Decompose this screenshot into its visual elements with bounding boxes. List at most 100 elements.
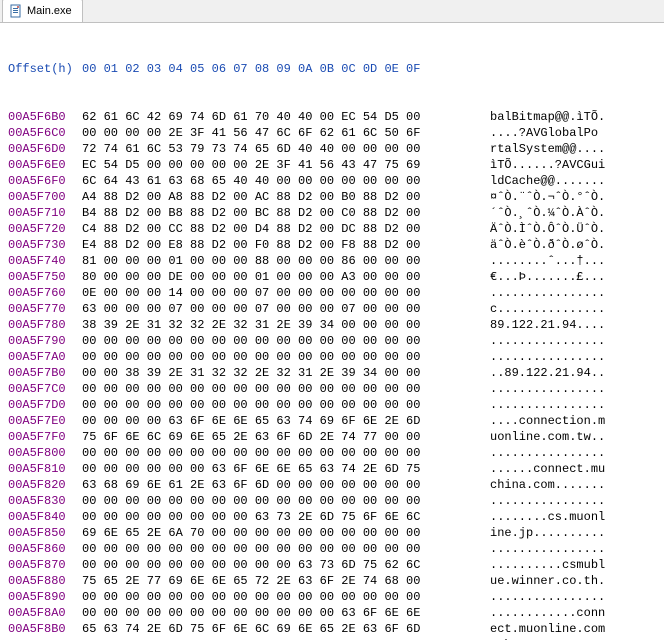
hex-row[interactable]: 00A5F75080 00 00 00 DE 00 00 00 01 00 00… — [8, 269, 664, 285]
hex-cell: 63 00 00 00 07 00 00 00 07 00 00 00 07 0… — [82, 301, 490, 317]
ascii-cell: ect.muonline.com — [490, 621, 605, 637]
hex-row[interactable]: 00A5F720C4 88 D2 00 CC 88 D2 00 D4 88 D2… — [8, 221, 664, 237]
ascii-cell: ................ — [490, 493, 605, 509]
ascii-cell: ................ — [490, 285, 605, 301]
hex-row[interactable]: 00A5F7B000 00 38 39 2E 31 32 32 2E 32 31… — [8, 365, 664, 381]
ascii-cell: ldCache@@....... — [490, 173, 605, 189]
hex-row[interactable]: 00A5F82063 68 69 6E 61 2E 63 6F 6D 00 00… — [8, 477, 664, 493]
offset-cell: 00A5F810 — [8, 461, 82, 477]
offset-cell: 00A5F800 — [8, 445, 82, 461]
ascii-cell: uonline.com.tw.. — [490, 429, 605, 445]
hex-row[interactable]: 00A5F7C000 00 00 00 00 00 00 00 00 00 00… — [8, 381, 664, 397]
offset-cell: 00A5F760 — [8, 285, 82, 301]
hex-row[interactable]: 00A5F83000 00 00 00 00 00 00 00 00 00 00… — [8, 493, 664, 509]
hex-row[interactable]: 00A5F7E000 00 00 00 63 6F 6E 6E 65 63 74… — [8, 413, 664, 429]
ascii-cell: ´ˆÒ.¸ˆÒ.¼ˆÒ.ÀˆÒ. — [490, 205, 605, 221]
hex-cell: 00 00 00 00 00 00 00 00 00 00 00 00 00 0… — [82, 333, 490, 349]
hex-cell: C4 88 D2 00 CC 88 D2 00 D4 88 D2 00 DC 8… — [82, 221, 490, 237]
ascii-cell: ine.jp.......... — [490, 525, 605, 541]
offset-cell: 00A5F890 — [8, 589, 82, 605]
offset-cell: 00A5F840 — [8, 509, 82, 525]
offset-cell: 00A5F830 — [8, 493, 82, 509]
hex-row[interactable]: 00A5F86000 00 00 00 00 00 00 00 00 00 00… — [8, 541, 664, 557]
hex-cell: 00 00 00 00 00 00 00 00 00 00 63 73 6D 7… — [82, 557, 490, 573]
hex-view[interactable]: Offset(h)00 01 02 03 04 05 06 07 08 09 0… — [0, 23, 664, 640]
hex-row[interactable]: 00A5F79000 00 00 00 00 00 00 00 00 00 00… — [8, 333, 664, 349]
ascii-cell: 89.122.21.94.... — [490, 317, 605, 333]
ascii-cell: ....?AVGlobalPo — [490, 125, 598, 141]
hex-cols-header: 00 01 02 03 04 05 06 07 08 09 0A 0B 0C 0… — [82, 61, 490, 77]
hex-row[interactable]: 00A5F89000 00 00 00 00 00 00 00 00 00 00… — [8, 589, 664, 605]
hex-cell: 38 39 2E 31 32 32 2E 32 31 2E 39 34 00 0… — [82, 317, 490, 333]
hex-cell: EC 54 D5 00 00 00 00 00 2E 3F 41 56 43 4… — [82, 157, 490, 173]
hex-cell: 00 00 00 00 00 00 00 00 00 00 00 00 00 0… — [82, 445, 490, 461]
hex-row[interactable]: 00A5F6D072 74 61 6C 53 79 73 74 65 6D 40… — [8, 141, 664, 157]
hex-row[interactable]: 00A5F74081 00 00 00 01 00 00 00 88 00 00… — [8, 253, 664, 269]
tab-main-exe[interactable]: Main.exe — [2, 0, 83, 22]
hex-row[interactable]: 00A5F730E4 88 D2 00 E8 88 D2 00 F0 88 D2… — [8, 237, 664, 253]
hex-header: Offset(h)00 01 02 03 04 05 06 07 08 09 0… — [8, 61, 664, 77]
hex-row[interactable]: 00A5F88075 65 2E 77 69 6E 6E 65 72 2E 63… — [8, 573, 664, 589]
offset-cell: 00A5F7D0 — [8, 397, 82, 413]
offset-cell: 00A5F6F0 — [8, 173, 82, 189]
hex-row[interactable]: 00A5F710B4 88 D2 00 B8 88 D2 00 BC 88 D2… — [8, 205, 664, 221]
offset-cell: 00A5F870 — [8, 557, 82, 573]
hex-row[interactable]: 00A5F7600E 00 00 00 14 00 00 00 07 00 00… — [8, 285, 664, 301]
hex-row[interactable]: 00A5F77063 00 00 00 07 00 00 00 07 00 00… — [8, 301, 664, 317]
ascii-cell: ¤ˆÒ.¨ˆÒ.¬ˆÒ.°ˆÒ. — [490, 189, 605, 205]
hex-row[interactable]: 00A5F6C000 00 00 00 2E 3F 41 56 47 6C 6F… — [8, 125, 664, 141]
ascii-cell: ................ — [490, 541, 605, 557]
hex-cell: A4 88 D2 00 A8 88 D2 00 AC 88 D2 00 B0 8… — [82, 189, 490, 205]
hex-row[interactable]: 00A5F78038 39 2E 31 32 32 2E 32 31 2E 39… — [8, 317, 664, 333]
hex-cell: 75 6F 6E 6C 69 6E 65 2E 63 6F 6D 2E 74 7… — [82, 429, 490, 445]
offset-cell: 00A5F790 — [8, 333, 82, 349]
hex-row[interactable]: 00A5F81000 00 00 00 00 00 63 6F 6E 6E 65… — [8, 461, 664, 477]
ascii-cell: äˆÒ.èˆÒ.ðˆÒ.øˆÒ. — [490, 237, 605, 253]
hex-cell: 00 00 00 00 2E 3F 41 56 47 6C 6F 62 61 6… — [82, 125, 490, 141]
hex-row[interactable]: 00A5F6E0EC 54 D5 00 00 00 00 00 2E 3F 41… — [8, 157, 664, 173]
hex-row[interactable]: 00A5F6F06C 64 43 61 63 68 65 40 40 00 00… — [8, 173, 664, 189]
ascii-cell: €...Þ.......£... — [490, 269, 605, 285]
offset-cell: 00A5F8B0 — [8, 621, 82, 637]
hex-cell: 00 00 00 00 00 00 00 00 63 73 2E 6D 75 6… — [82, 509, 490, 525]
hex-row[interactable]: 00A5F6B062 61 6C 42 69 74 6D 61 70 40 40… — [8, 109, 664, 125]
hex-row[interactable]: 00A5F700A4 88 D2 00 A8 88 D2 00 AC 88 D2… — [8, 189, 664, 205]
hex-row[interactable]: 00A5F85069 6E 65 2E 6A 70 00 00 00 00 00… — [8, 525, 664, 541]
hex-row[interactable]: 00A5F7F075 6F 6E 6C 69 6E 65 2E 63 6F 6D… — [8, 429, 664, 445]
hex-row[interactable]: 00A5F80000 00 00 00 00 00 00 00 00 00 00… — [8, 445, 664, 461]
hex-cell: 00 00 00 00 00 00 63 6F 6E 6E 65 63 74 2… — [82, 461, 490, 477]
hex-row[interactable]: 00A5F84000 00 00 00 00 00 00 00 63 73 2E… — [8, 509, 664, 525]
offset-cell: 00A5F720 — [8, 221, 82, 237]
offset-cell: 00A5F880 — [8, 573, 82, 589]
hex-cell: 69 6E 65 2E 6A 70 00 00 00 00 00 00 00 0… — [82, 525, 490, 541]
offset-cell: 00A5F7A0 — [8, 349, 82, 365]
ascii-cell: ........ˆ...†... — [490, 253, 605, 269]
hex-cell: 00 00 00 00 00 00 00 00 00 00 00 00 63 6… — [82, 605, 490, 621]
offset-cell: 00A5F740 — [8, 253, 82, 269]
ascii-cell: c............... — [490, 301, 605, 317]
file-icon — [9, 4, 23, 18]
hex-cell: 00 00 00 00 00 00 00 00 00 00 00 00 00 0… — [82, 493, 490, 509]
offset-cell: 00A5F7E0 — [8, 413, 82, 429]
ascii-cell: ............conn — [490, 605, 605, 621]
ascii-cell: china.com....... — [490, 477, 605, 493]
ascii-cell: ................ — [490, 381, 605, 397]
hex-row[interactable]: 00A5F7A000 00 00 00 00 00 00 00 00 00 00… — [8, 349, 664, 365]
offset-cell: 00A5F7B0 — [8, 365, 82, 381]
ascii-cell: ......connect.mu — [490, 461, 605, 477]
hex-cell: B4 88 D2 00 B8 88 D2 00 BC 88 D2 00 C0 8… — [82, 205, 490, 221]
ascii-cell: ................ — [490, 589, 605, 605]
ascii-cell: ........cs.muonl — [490, 509, 605, 525]
offset-cell: 00A5F7C0 — [8, 381, 82, 397]
hex-row[interactable]: 00A5F8A000 00 00 00 00 00 00 00 00 00 00… — [8, 605, 664, 621]
hex-row[interactable]: 00A5F7D000 00 00 00 00 00 00 00 00 00 00… — [8, 397, 664, 413]
hex-row[interactable]: 00A5F87000 00 00 00 00 00 00 00 00 00 63… — [8, 557, 664, 573]
hex-cell: 00 00 00 00 00 00 00 00 00 00 00 00 00 0… — [82, 589, 490, 605]
offset-cell: 00A5F6C0 — [8, 125, 82, 141]
hex-row[interactable]: 00A5F8B065 63 74 2E 6D 75 6F 6E 6C 69 6E… — [8, 621, 664, 637]
ascii-cell: ÄˆÒ.ÌˆÒ.ÔˆÒ.ÜˆÒ. — [490, 221, 605, 237]
hex-cell: 75 65 2E 77 69 6E 6E 65 72 2E 63 6F 2E 7… — [82, 573, 490, 589]
ascii-cell: ìTÕ......?AVCGui — [490, 157, 605, 173]
offset-cell: 00A5F730 — [8, 237, 82, 253]
hex-rows: 00A5F6B062 61 6C 42 69 74 6D 61 70 40 40… — [8, 109, 664, 640]
